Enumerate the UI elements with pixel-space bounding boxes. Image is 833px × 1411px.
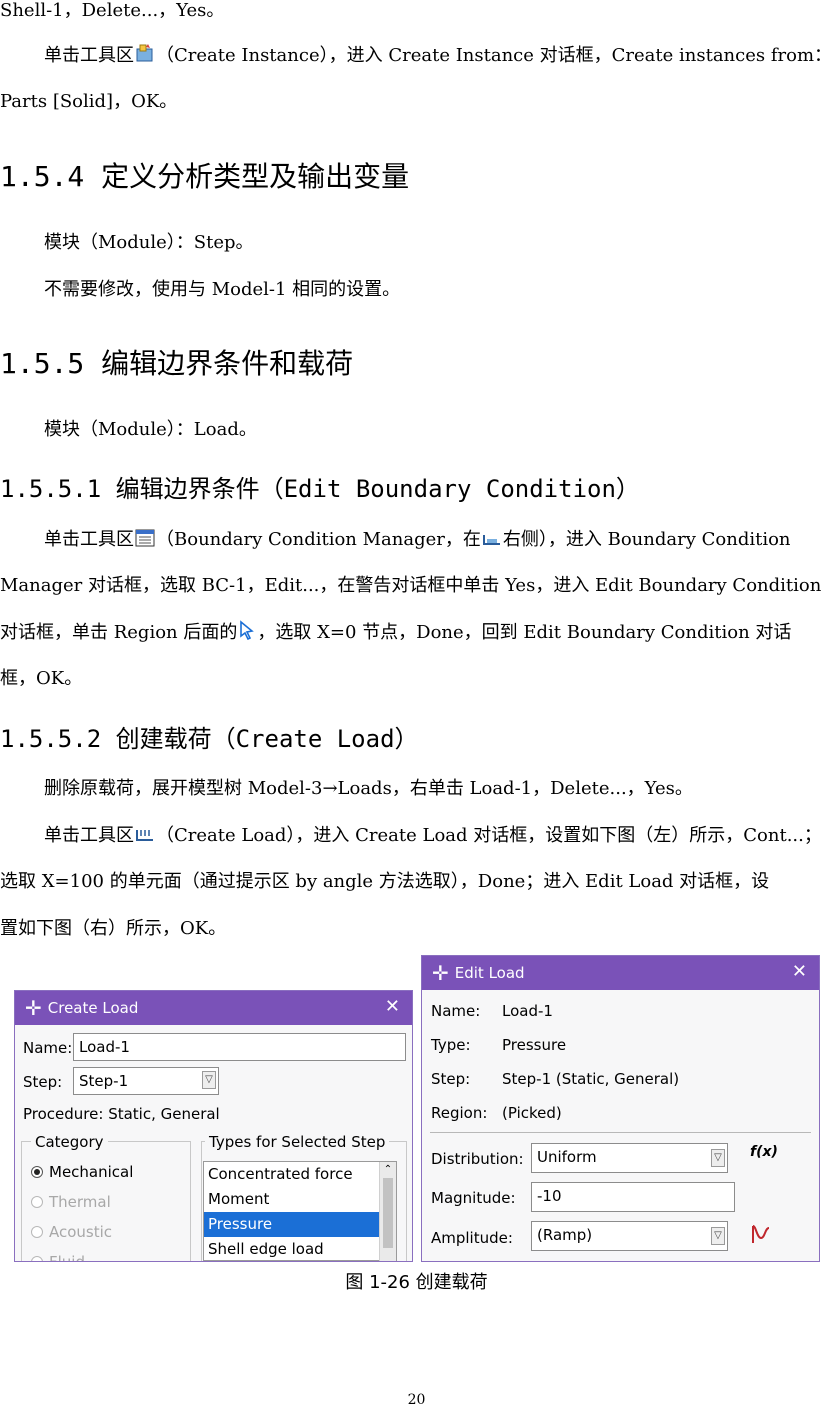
name-value: Load-1: [502, 1002, 553, 1020]
list-item-selected[interactable]: Pressure: [204, 1212, 396, 1237]
list-item[interactable]: Moment: [204, 1187, 396, 1212]
text-line: Manager 对话框，选取 BC-1，Edit...，在警告对话框中单击 Ye…: [0, 575, 822, 596]
magnitude-label: Magnitude:: [431, 1189, 516, 1207]
scrollbar-thumb[interactable]: [383, 1178, 393, 1248]
category-label: Category: [31, 1133, 108, 1151]
text-line: 框，OK。: [0, 668, 83, 689]
dialog-title: Create Load: [47, 999, 139, 1017]
text-line: 选取 X=100 的单元面（通过提示区 by angle 方法选取），Done；…: [0, 871, 770, 892]
scrollbar[interactable]: ⌃: [379, 1162, 396, 1261]
bc-manager-icon: [135, 518, 155, 565]
list-item[interactable]: Concentrated force: [204, 1162, 396, 1187]
radio-mechanical[interactable]: Mechanical: [31, 1163, 133, 1181]
dialog-title: Edit Load: [454, 964, 525, 982]
name-input[interactable]: Load-1: [73, 1033, 406, 1061]
procedure-text: Procedure: Static, General: [23, 1105, 220, 1123]
distribution-select[interactable]: Uniform ▽: [531, 1143, 728, 1173]
region-label: Region:: [431, 1104, 488, 1122]
amplitude-label: Amplitude:: [431, 1229, 513, 1247]
text-line: 单击工具区 （Create Instance），进入 Create Instanc…: [0, 32, 833, 81]
text-line: 不需要修改，使用与 Model-1 相同的设置。: [44, 279, 401, 300]
text-line: 模块（Module）：Step。: [44, 232, 254, 253]
heading-1-5-5-1: 1.5.5.1 编辑边界条件（Edit Boundary Condition）: [0, 475, 640, 503]
boundary-condition-icon: [482, 518, 502, 565]
close-icon[interactable]: ✕: [385, 996, 400, 1017]
create-load-dialog: ✛ Create Load ✕ Name: Load-1 Step: Step-…: [14, 990, 413, 1262]
region-value: (Picked): [502, 1104, 562, 1122]
step-select[interactable]: Step-1 ▽: [73, 1067, 219, 1095]
amplitude-icon[interactable]: [750, 1222, 774, 1250]
plus-icon: ✛: [25, 996, 42, 1020]
step-label: Step:: [23, 1073, 63, 1091]
chevron-down-icon[interactable]: ▽: [202, 1071, 216, 1089]
step-value: Step-1 (Static, General): [502, 1070, 680, 1088]
function-icon[interactable]: f(x): [750, 1144, 778, 1160]
distribution-label: Distribution:: [431, 1150, 524, 1168]
text-line: 模块（Module）：Load。: [44, 419, 257, 440]
text-line: 删除原载荷，展开模型树 Model-3→Loads，右单击 Load-1，Del…: [44, 778, 693, 799]
close-icon[interactable]: ✕: [792, 961, 807, 982]
page-number: 20: [407, 1392, 426, 1408]
text-line: 置如下图（右）所示，OK。: [0, 918, 227, 939]
type-label: Type:: [431, 1036, 471, 1054]
text-line: Parts [Solid]，OK。: [0, 91, 178, 112]
magnitude-input[interactable]: -10: [531, 1182, 735, 1212]
text-line: 对话框，单击 Region 后面的 ，选取 X=0 节点，Done，回到 Edit…: [0, 609, 833, 658]
types-list[interactable]: Concentrated force Moment Pressure Shell…: [203, 1161, 397, 1261]
chevron-down-icon[interactable]: ▽: [711, 1149, 725, 1167]
name-label: Name:: [23, 1039, 73, 1057]
text-line: 单击工具区 （Boundary Condition Manager，在 右侧），进入…: [0, 516, 833, 565]
figure-caption: 图 1-26 创建载荷: [345, 1272, 488, 1293]
heading-1-5-5-2: 1.5.5.2 创建载荷（Create Load）: [0, 725, 419, 753]
edit-load-dialog: ✛ Edit Load ✕ Name: Load-1 Type: Pressur…: [421, 955, 820, 1262]
plus-icon: ✛: [432, 961, 449, 985]
list-item[interactable]: Shell edge load: [204, 1237, 396, 1261]
amplitude-select[interactable]: (Ramp) ▽: [531, 1221, 728, 1251]
chevron-up-icon[interactable]: ⌃: [380, 1162, 396, 1178]
radio-fluid[interactable]: Fluid: [31, 1253, 85, 1261]
text-line: 单击工具区 （Create Load），进入 Create Load 对话框，设置…: [0, 812, 833, 861]
name-label: Name:: [431, 1002, 481, 1020]
text-line: Shell-1，Delete...，Yes。: [0, 0, 225, 21]
radio-thermal[interactable]: Thermal: [31, 1193, 111, 1211]
dialog-title-bar: ✛ Edit Load ✕: [422, 956, 819, 990]
radio-acoustic[interactable]: Acoustic: [31, 1223, 112, 1241]
divider: [430, 1132, 811, 1133]
cursor-arrow-icon: [238, 611, 256, 658]
heading-1-5-5: 1.5.5 编辑边界条件和载荷: [0, 347, 354, 380]
create-instance-icon: [135, 34, 155, 81]
chevron-down-icon[interactable]: ▽: [711, 1227, 725, 1245]
create-load-icon: [135, 814, 155, 861]
type-value: Pressure: [502, 1036, 567, 1054]
heading-1-5-4: 1.5.4 定义分析类型及输出变量: [0, 160, 410, 193]
step-label: Step:: [431, 1070, 471, 1088]
types-label: Types for Selected Step: [205, 1133, 390, 1151]
dialog-title-bar: ✛ Create Load ✕: [15, 991, 412, 1025]
